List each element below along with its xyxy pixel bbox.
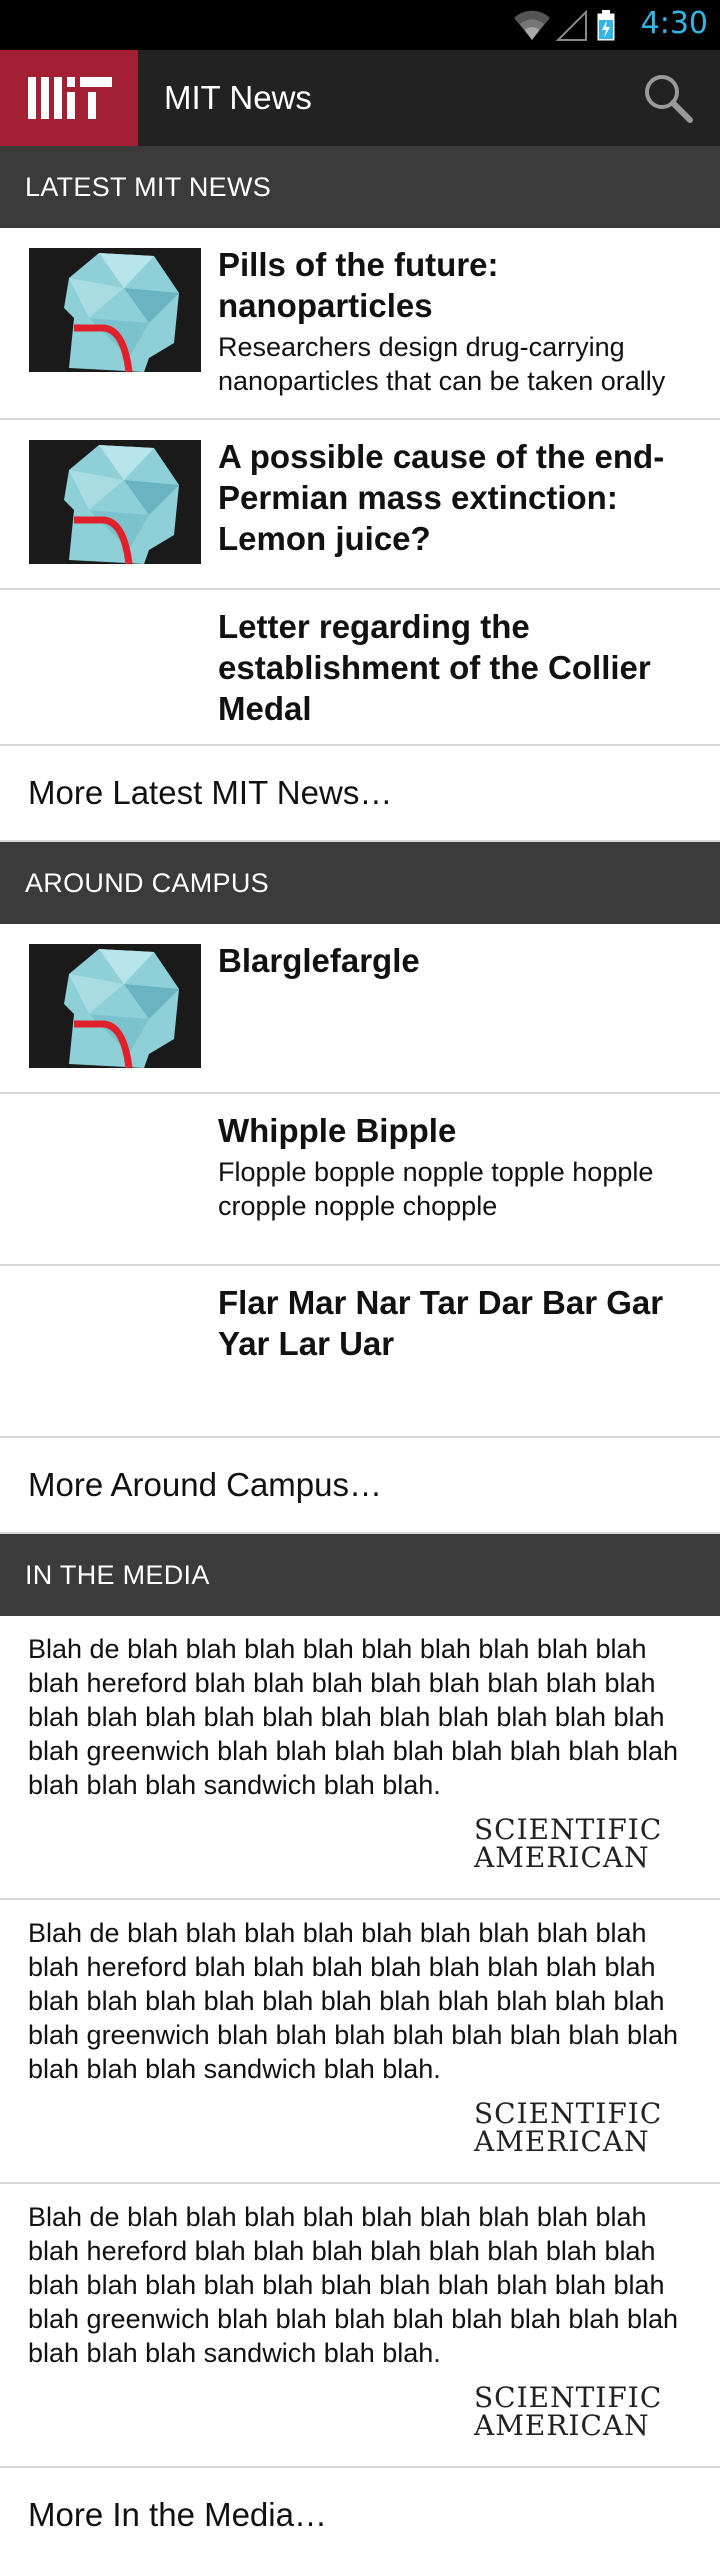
- story-title: A possible cause of the end-Permian mass…: [218, 438, 665, 557]
- story-item[interactable]: Flar Mar Nar Tar Dar Bar Gar Yar Lar Uar: [0, 1266, 720, 1438]
- scientific-american-logo: SCIENTIFIC AMERICAN: [28, 2100, 700, 2156]
- media-excerpt: Blah de blah blah blah blah blah blah bl…: [28, 1918, 679, 2084]
- story-item[interactable]: Blarglefargle: [0, 924, 720, 1094]
- story-summary: Flopple bopple nopple topple hopple crop…: [218, 1157, 654, 1221]
- scientific-american-logo: SCIENTIFIC AMERICAN: [28, 1816, 700, 1872]
- story-title: Whipple Bipple: [218, 1112, 457, 1149]
- media-item[interactable]: Blah de blah blah blah blah blah blah bl…: [0, 2184, 720, 2468]
- story-title: Blarglefargle: [218, 942, 420, 979]
- section-header-campus: AROUND CAMPUS: [0, 842, 720, 924]
- media-source: SCIENTIFIC AMERICAN: [474, 1813, 663, 1874]
- scientific-american-logo: SCIENTIFIC AMERICAN: [28, 2384, 700, 2440]
- mit-logo[interactable]: [0, 50, 138, 146]
- news-thumbnail: [29, 440, 201, 564]
- story-title: Letter regarding the establishment of th…: [218, 608, 651, 727]
- story-summary: Researchers design drug-carrying nanopar…: [218, 332, 666, 396]
- battery-icon: [597, 10, 615, 41]
- status-bar: 4:30: [0, 0, 720, 50]
- wifi-icon: [514, 10, 550, 40]
- status-icons: [514, 9, 615, 41]
- search-icon[interactable]: [642, 72, 694, 124]
- more-media-link[interactable]: More In the Media…: [0, 2468, 720, 2562]
- story-item[interactable]: Whipple Bipple Flopple bopple nopple top…: [0, 1094, 720, 1266]
- story-item[interactable]: A possible cause of the end-Permian mass…: [0, 420, 720, 590]
- media-source: SCIENTIFIC AMERICAN: [474, 2381, 663, 2442]
- media-excerpt: Blah de blah blah blah blah blah blah bl…: [28, 2202, 679, 2368]
- more-latest-link[interactable]: More Latest MIT News…: [0, 746, 720, 842]
- section-header-latest: LATEST MIT NEWS: [0, 146, 720, 228]
- media-item[interactable]: Blah de blah blah blah blah blah blah bl…: [0, 1900, 720, 2184]
- status-time: 4:30: [640, 6, 708, 41]
- story-title: Pills of the future: nanoparticles: [218, 246, 499, 324]
- app-bar: MIT News: [0, 50, 720, 146]
- story-item[interactable]: Pills of the future: nanoparticles Resea…: [0, 228, 720, 420]
- media-item[interactable]: Blah de blah blah blah blah blah blah bl…: [0, 1616, 720, 1900]
- media-source: SCIENTIFIC AMERICAN: [474, 2097, 663, 2158]
- more-campus-link[interactable]: More Around Campus…: [0, 1438, 720, 1534]
- signal-icon: [555, 9, 587, 41]
- story-item[interactable]: Letter regarding the establishment of th…: [0, 590, 720, 746]
- news-thumbnail: [29, 248, 201, 372]
- section-header-media: IN THE MEDIA: [0, 1534, 720, 1616]
- app-title: MIT News: [164, 79, 312, 116]
- news-thumbnail: [29, 944, 201, 1068]
- media-excerpt: Blah de blah blah blah blah blah blah bl…: [28, 1634, 679, 1800]
- story-title: Flar Mar Nar Tar Dar Bar Gar Yar Lar Uar: [218, 1284, 664, 1362]
